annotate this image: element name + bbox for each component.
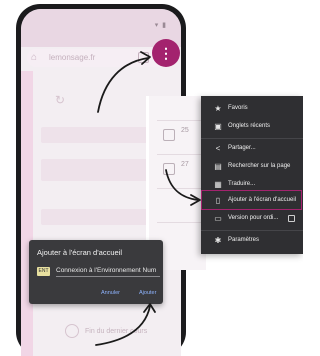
menu-item-add-to-home[interactable]: ▯ Ajouter à l'écran d'accueil — [201, 192, 303, 210]
find-in-page-icon: ▤ — [214, 162, 222, 171]
refresh-icon: ↻ — [55, 93, 66, 107]
page-side-strip — [21, 71, 33, 356]
calendar-icon — [163, 163, 175, 175]
menu-item-label: Rechercher sur la page — [228, 163, 291, 169]
add-button[interactable]: Ajouter — [139, 290, 156, 296]
url-text[interactable]: lemonsage.fr — [49, 53, 95, 62]
zoom-row — [157, 188, 205, 218]
home-icon[interactable]: ⌂ — [31, 52, 37, 64]
share-icon: < — [215, 144, 221, 153]
menu-item-label: Onglets récents — [228, 123, 271, 129]
zoom-row-number: 25 — [181, 127, 189, 134]
menu-item-share[interactable]: < Partager... — [201, 140, 303, 158]
tutorial-screenshot: ▾ ▮ ⌂ lemonsage.fr ↻ Fin du dernier cour… — [0, 0, 303, 356]
app-icon: ENT — [37, 267, 50, 276]
menu-divider — [201, 138, 303, 139]
cancel-button[interactable]: Annuler — [101, 290, 120, 296]
footer-text: Fin du dernier cours — [85, 328, 148, 335]
status-icons: ▾ ▮ — [154, 22, 167, 29]
add-to-home-icon: ▯ — [215, 196, 221, 205]
menu-item-label: Version pour ordi... — [228, 215, 279, 221]
menu-item-favoris[interactable]: ★ Favoris — [201, 100, 303, 118]
tabs-icon[interactable] — [138, 52, 149, 63]
menu-item-recent-tabs[interactable]: ▣ Onglets récents — [201, 118, 303, 136]
desktop-icon: ▭ — [214, 214, 222, 223]
recent-tabs-icon: ▣ — [214, 122, 222, 131]
dialog-title: Ajouter à l'écran d'accueil — [37, 248, 122, 257]
settings-icon: ✱ — [214, 236, 222, 245]
menu-item-desktop-version[interactable]: ▭ Version pour ordi... — [201, 210, 303, 228]
menu-divider — [201, 230, 303, 231]
kebab-menu-button[interactable]: ⋮ — [152, 39, 180, 67]
menu-item-label: Favoris — [228, 105, 248, 111]
zoom-row — [157, 222, 205, 252]
zoom-row: 27 — [157, 154, 205, 184]
menu-item-label: Ajouter à l'écran d'accueil — [228, 197, 296, 203]
clock-icon — [65, 324, 79, 338]
desktop-version-checkbox[interactable] — [288, 215, 295, 222]
translate-icon: ▦ — [214, 180, 222, 189]
menu-item-label: Paramètres — [228, 237, 260, 243]
star-icon: ★ — [214, 104, 222, 113]
zoom-row-number: 27 — [181, 161, 189, 168]
menu-item-find-in-page[interactable]: ▤ Rechercher sur la page — [201, 158, 303, 176]
kebab-menu-icon: ⋮ — [159, 45, 173, 61]
menu-item-settings[interactable]: ✱ Paramètres — [201, 232, 303, 250]
zoom-row: 25 — [157, 120, 205, 150]
calendar-icon — [163, 129, 175, 141]
add-to-home-dialog: Ajouter à l'écran d'accueil ENT Connexio… — [29, 240, 163, 304]
menu-item-label: Traduire... — [228, 181, 256, 187]
menu-item-label: Partager... — [228, 145, 256, 151]
overflow-menu: ★ Favoris ▣ Onglets récents < Partager..… — [201, 96, 303, 254]
shortcut-name-input[interactable]: Connexion à l'Environnement Num — [56, 267, 160, 277]
